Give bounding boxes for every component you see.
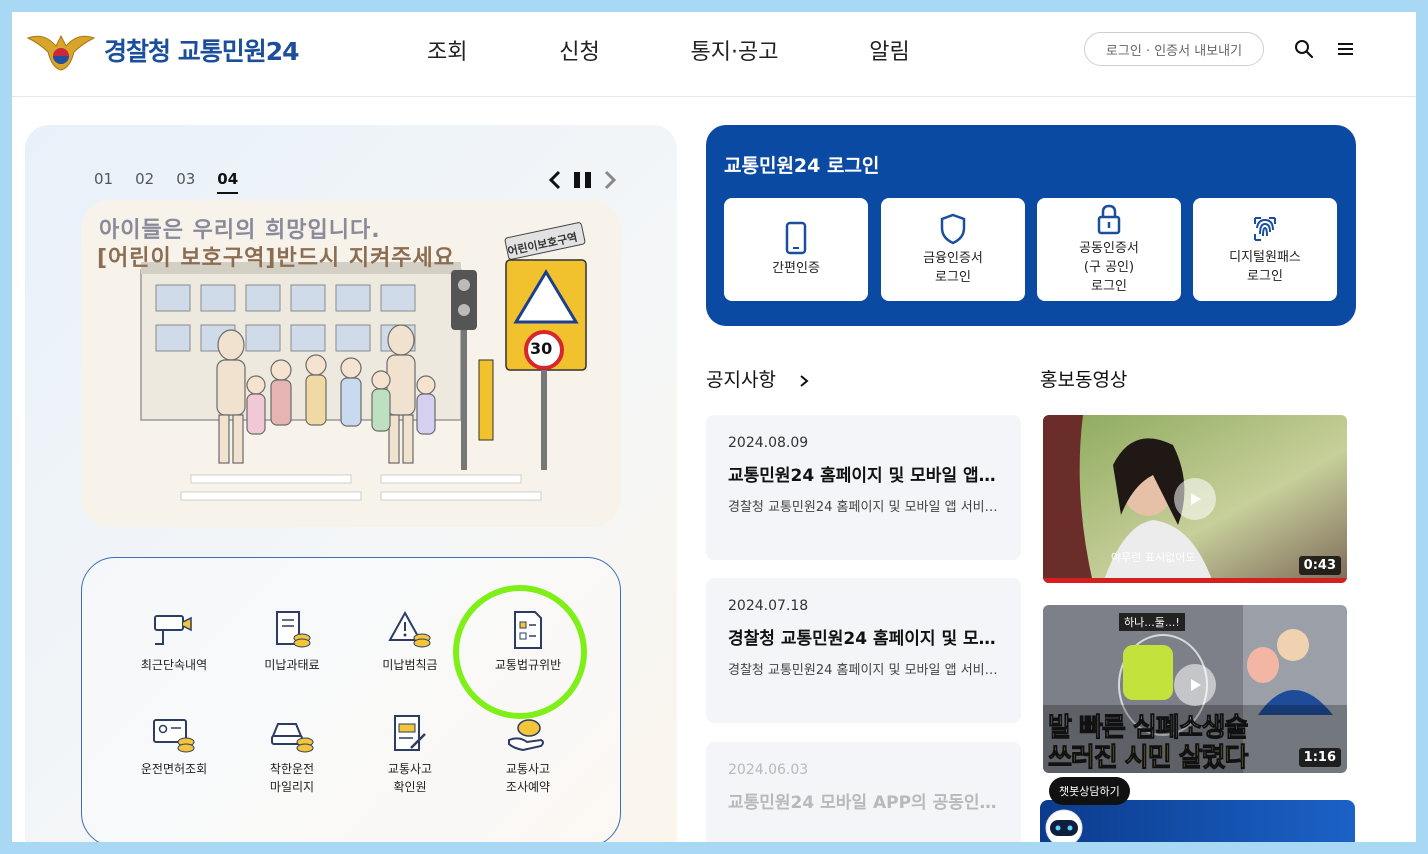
notice-desc: 경찰청 교통민원24 홈페이지 및 모바일 앱 서비스 안내 bbox=[728, 663, 999, 678]
notice-title: 경찰청 교통민원24 홈페이지 및 모바일 앱 서비스 안내 bbox=[728, 629, 999, 649]
notice-card[interactable]: 2024.07.18 경찰청 교통민원24 홈페이지 및 모바일 앱 서비스 안… bbox=[706, 578, 1021, 723]
login-button-label: 공동인증서 (구 공인) 로그인 bbox=[1079, 241, 1139, 294]
service-label: 운전면허조회 bbox=[140, 762, 208, 776]
login-title: 교통민원24 로그인 bbox=[724, 155, 880, 177]
police-emblem-icon bbox=[26, 34, 96, 71]
service-traffic-violation[interactable]: 교통법규위반 bbox=[469, 610, 587, 674]
pause-icon[interactable] bbox=[572, 169, 594, 191]
chatbot-robot-icon[interactable] bbox=[1038, 806, 1090, 842]
play-icon bbox=[1191, 679, 1201, 691]
next-arrow-icon[interactable] bbox=[603, 169, 617, 191]
slide-pagination: 01 02 03 04 bbox=[94, 170, 239, 194]
phone-icon bbox=[785, 221, 807, 255]
play-button[interactable] bbox=[1174, 664, 1216, 706]
service-recent-enforcement[interactable]: 최근단속내역 bbox=[115, 610, 233, 674]
video-2-tag: 하나...둘...! bbox=[1119, 613, 1185, 631]
logo-text: 경찰청 교통민원24 bbox=[104, 37, 299, 66]
notice-date: 2024.07.18 bbox=[728, 598, 809, 614]
slide-num-04[interactable]: 04 bbox=[217, 170, 239, 194]
service-label: 교통사고 조사예약 bbox=[505, 762, 551, 794]
login-export-button[interactable]: 로그인 · 인증서 내보내기 bbox=[1084, 32, 1264, 66]
car-coins-icon bbox=[271, 723, 314, 753]
login-button-label: 간편인증 bbox=[772, 261, 820, 276]
service-label: 교통법규위반 bbox=[494, 658, 562, 672]
service-label: 최근단속내역 bbox=[140, 658, 208, 672]
service-license-inquiry[interactable]: 운전면허조회 bbox=[115, 714, 233, 778]
notice-card[interactable]: 2024.06.03 교통민원24 모바일 APP의 공동인증서 안내 bbox=[706, 742, 1021, 842]
notice-date: 2024.06.03 bbox=[728, 762, 809, 778]
search-icon[interactable] bbox=[1293, 38, 1315, 60]
notice-title-text: 공지사항 bbox=[706, 369, 776, 391]
slide-num-01[interactable]: 01 bbox=[94, 170, 113, 194]
slide-num-02[interactable]: 02 bbox=[135, 170, 154, 194]
logo[interactable]: 경찰청 교통민원24 bbox=[26, 28, 299, 72]
joint-cert-button[interactable]: 공동인증서 (구 공인) 로그인 bbox=[1037, 198, 1181, 301]
login-button-label: 금융인증서 로그인 bbox=[923, 250, 983, 285]
nav-apply[interactable]: 신청 bbox=[502, 34, 657, 66]
service-label: 미납과태료 bbox=[264, 658, 320, 672]
play-button[interactable] bbox=[1174, 478, 1216, 520]
document-check-icon bbox=[514, 611, 542, 649]
video-duration: 1:16 bbox=[1298, 748, 1341, 767]
notice-desc: 경찰청 교통민원24 홈페이지 및 모바일 앱 서비스 안내 bbox=[728, 500, 999, 515]
service-unpaid-fine[interactable]: 미납과태료 bbox=[233, 610, 351, 674]
service-label: 교통사고 확인원 bbox=[387, 762, 433, 794]
service-unpaid-penalty[interactable]: 미납범칙금 bbox=[351, 610, 469, 674]
video-thumbnail-1[interactable]: 아무런 표시없어도 0:43 bbox=[1043, 415, 1347, 583]
video-thumbnail-2[interactable]: 하나...둘...! 발 빠른 심폐소생술 쓰러진 시민 살렸다 1:16 bbox=[1043, 605, 1347, 773]
slide-num-03[interactable]: 03 bbox=[176, 170, 195, 194]
play-icon bbox=[1191, 493, 1201, 505]
nav-notice[interactable]: 통지·공고 bbox=[657, 34, 812, 66]
login-button-label: 디지털원패스 로그인 bbox=[1229, 249, 1301, 284]
speed-limit-value: 30 bbox=[530, 339, 553, 358]
chevron-right-icon bbox=[800, 374, 809, 387]
prev-arrow-icon[interactable] bbox=[548, 169, 562, 191]
service-good-driving-mileage[interactable]: 착한운전 마일리지 bbox=[233, 714, 351, 796]
notice-card[interactable]: 2024.08.09 교통민원24 홈페이지 및 모바일 앱 서비스 안내 경찰… bbox=[706, 415, 1021, 560]
warning-coins-icon bbox=[388, 610, 431, 648]
fingerprint-icon bbox=[1254, 216, 1276, 241]
hamburger-menu-icon[interactable] bbox=[1335, 38, 1357, 60]
nav-inquiry[interactable]: 조회 bbox=[427, 34, 502, 66]
header: 경찰청 교통민원24 조회 신청 통지·공고 알림 로그인 · 인증서 내보내기 bbox=[12, 12, 1416, 97]
document-pen-icon bbox=[394, 715, 426, 751]
main-nav: 조회 신청 통지·공고 알림 bbox=[427, 34, 967, 66]
id-card-icon bbox=[153, 719, 195, 753]
video-2-caption-2: 쓰러진 시민 살렸다 bbox=[1047, 743, 1248, 774]
shield-icon bbox=[940, 213, 966, 244]
financial-cert-button[interactable]: 금융인증서 로그인 bbox=[881, 198, 1025, 301]
nav-alarm[interactable]: 알림 bbox=[812, 34, 967, 66]
page-frame: 경찰청 교통민원24 조회 신청 통지·공고 알림 로그인 · 인증서 내보내기… bbox=[12, 12, 1416, 842]
digital-onepass-button[interactable]: 디지털원패스 로그인 bbox=[1193, 198, 1337, 301]
receipt-coins-icon bbox=[276, 611, 311, 648]
notice-title: 교통민원24 홈페이지 및 모바일 앱 서비스 안내 bbox=[728, 466, 999, 486]
service-label: 미납범칙금 bbox=[382, 658, 438, 672]
banner-subline: [어린이 보호구역]반드시 지켜주세요 bbox=[97, 246, 456, 271]
notice-section-title[interactable]: 공지사항 bbox=[706, 365, 810, 392]
simple-auth-button[interactable]: 간편인증 bbox=[724, 198, 868, 301]
service-label: 착한운전 마일리지 bbox=[269, 762, 315, 794]
video-duration: 0:43 bbox=[1298, 556, 1341, 575]
service-accident-reservation[interactable]: 교통사고 조사예약 bbox=[469, 714, 587, 796]
banner-slide[interactable]: 아이들은 우리의 희망입니다. [어린이 보호구역]반드시 지켜주세요 어린이보… bbox=[81, 200, 621, 527]
camera-icon bbox=[154, 615, 192, 645]
chatbot-tooltip[interactable]: 챗봇상담하기 bbox=[1049, 777, 1130, 805]
login-panel: 교통민원24 로그인 간편인증 금융인증서 로그인 공동인증서 (구 공인) 로… bbox=[706, 125, 1356, 326]
hand-car-icon bbox=[508, 719, 544, 752]
video-1-caption: 아무런 표시없어도 bbox=[1111, 551, 1196, 564]
video-section-title: 홍보동영상 bbox=[1040, 369, 1128, 391]
notice-date: 2024.08.09 bbox=[728, 435, 809, 451]
lock-icon bbox=[1097, 204, 1121, 235]
service-accident-certificate[interactable]: 교통사고 확인원 bbox=[351, 714, 469, 796]
quick-services-box: 최근단속내역 미납과태료 미납범칙금 교통법규위반 운전면허조회 착한운전 마일… bbox=[81, 557, 621, 842]
notice-title: 교통민원24 모바일 APP의 공동인증서 안내 bbox=[728, 793, 999, 813]
